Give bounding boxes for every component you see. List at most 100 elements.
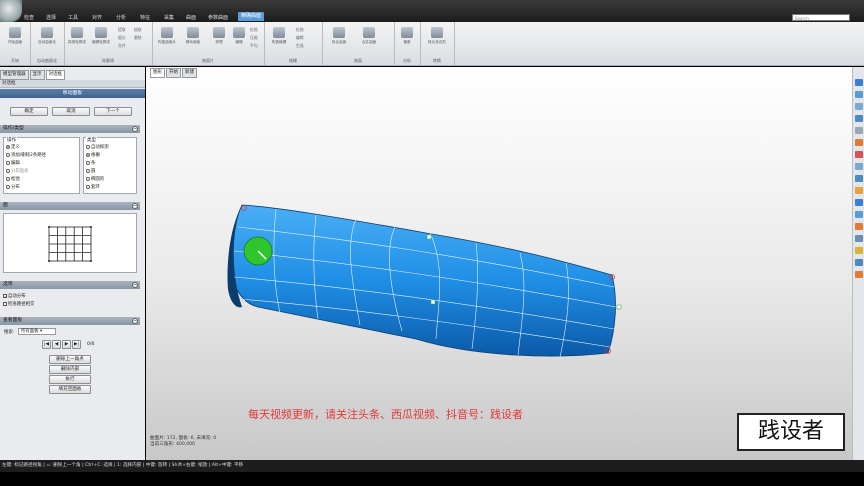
subdivide-button[interactable]: 细分 bbox=[118, 35, 126, 41]
collapse-icon[interactable]: − bbox=[132, 282, 138, 288]
tab-graphics[interactable]: 图形 bbox=[150, 68, 165, 78]
display-icon[interactable] bbox=[855, 211, 863, 218]
delete-button[interactable]: 删除 bbox=[134, 35, 142, 41]
shading-icon[interactable] bbox=[855, 151, 863, 158]
edit-patch-button[interactable]: 编辑 bbox=[230, 27, 248, 53]
display-icon[interactable] bbox=[855, 223, 863, 230]
prev-button[interactable]: ◀ bbox=[52, 340, 61, 349]
menu-surface[interactable]: 曲面 bbox=[186, 14, 196, 21]
section-face-header[interactable]: 面 − bbox=[0, 202, 140, 210]
merge-button[interactable]: 合并 bbox=[118, 43, 126, 49]
view-icon[interactable] bbox=[855, 127, 863, 134]
tab-new[interactable]: 新建 bbox=[182, 68, 197, 78]
execute-button[interactable]: 执行 bbox=[49, 375, 91, 384]
view-icon[interactable] bbox=[855, 91, 863, 98]
menu-tools[interactable]: 工具 bbox=[68, 14, 78, 21]
show-select[interactable]: 所有面板 ▾ bbox=[18, 328, 56, 335]
relax-button[interactable]: 松弛 bbox=[250, 27, 258, 33]
menu-select[interactable]: 选择 bbox=[46, 14, 56, 21]
start-surface-button[interactable]: 开始曲面 bbox=[6, 27, 24, 53]
menu-check[interactable]: 检查 bbox=[24, 14, 34, 21]
next-button[interactable]: 下一个 bbox=[94, 107, 132, 116]
display-icon[interactable] bbox=[855, 271, 863, 278]
menu-align[interactable]: 对齐 bbox=[92, 14, 102, 21]
fill-empty-panels-button[interactable]: 填充空面板 bbox=[49, 385, 91, 394]
type-circle-radio[interactable]: 圆 bbox=[86, 168, 95, 174]
build-grid-button[interactable]: 构造格栅 bbox=[270, 27, 288, 53]
display-icon[interactable] bbox=[855, 259, 863, 266]
menu-analysis[interactable]: 分析 bbox=[116, 14, 126, 21]
detect-contour-button[interactable]: 探测轮廓线 bbox=[68, 27, 86, 53]
repair-button[interactable]: 修理 bbox=[210, 27, 228, 53]
right-toolbar bbox=[852, 67, 864, 460]
tab-model-manager[interactable]: 模型管理器 bbox=[0, 70, 29, 80]
auto-distribute-checkbox[interactable]: ✓自动分布 bbox=[3, 293, 26, 299]
type-ellipse-radio[interactable]: 椭圆的 bbox=[86, 176, 104, 182]
compress-button[interactable]: 压缩 bbox=[250, 35, 258, 41]
delete-last-corner-button[interactable]: 删除上一角点 bbox=[49, 355, 91, 364]
tab-display[interactable]: 显示 bbox=[29, 70, 45, 80]
merge-surface-button[interactable]: 合并曲面 bbox=[360, 27, 378, 53]
collapse-icon[interactable]: − bbox=[132, 318, 138, 324]
detect-contour-icon bbox=[71, 27, 83, 38]
deviation-button[interactable]: 偏差 bbox=[398, 27, 416, 53]
cancel-button[interactable]: 取消 bbox=[52, 107, 90, 116]
check-path-intersect-checkbox[interactable]: 检查路径相交 bbox=[3, 301, 34, 307]
ok-button[interactable]: 确定 bbox=[10, 107, 48, 116]
display-icon[interactable] bbox=[855, 235, 863, 242]
grid-generate-button[interactable]: 生成 bbox=[296, 43, 304, 49]
tab-start[interactable]: 开始 bbox=[166, 68, 181, 78]
section-view-header[interactable]: 查看面板 − bbox=[0, 317, 140, 325]
pull-button[interactable]: 抽取 bbox=[134, 27, 142, 33]
menu-exact-surface[interactable]: 精确曲面 bbox=[238, 12, 265, 21]
type-auto-radio[interactable]: 自动探测 bbox=[86, 144, 109, 150]
menu-features[interactable]: 特征 bbox=[140, 14, 150, 21]
view-icon[interactable] bbox=[855, 103, 863, 110]
tab-dialog[interactable]: 对话框 bbox=[45, 70, 65, 80]
search-input[interactable]: Search bbox=[792, 14, 850, 21]
move-panel-button[interactable]: 移动面板 bbox=[184, 27, 202, 53]
shading-icon[interactable] bbox=[855, 139, 863, 146]
type-ring-radio[interactable]: 套环 bbox=[86, 184, 100, 190]
ribbon-group-patch: 构造曲面片 移动面板 修理 编辑 松弛 压缩 平均 曲面片 bbox=[152, 22, 265, 65]
op-add-remove-radio[interactable]: 添加/删除2条路径 bbox=[6, 152, 46, 158]
first-button[interactable]: |◀ bbox=[42, 340, 51, 349]
display-icon[interactable] bbox=[855, 199, 863, 206]
type-grid-radio[interactable]: 格栅 bbox=[86, 152, 100, 158]
fit-surface-button[interactable]: 拟合曲面 bbox=[330, 27, 348, 53]
move-panel-icon bbox=[187, 27, 199, 38]
to-polygon-button[interactable]: 转为多边形 bbox=[428, 27, 446, 53]
view-icon[interactable] bbox=[855, 79, 863, 86]
3d-viewport[interactable] bbox=[146, 67, 852, 460]
delete-inner-button[interactable]: 删除内部 bbox=[49, 365, 91, 374]
view-icon[interactable] bbox=[855, 115, 863, 122]
last-button[interactable]: ▶| bbox=[72, 340, 81, 349]
op-relax-radio[interactable]: 松弛 bbox=[6, 176, 20, 182]
display-icon[interactable] bbox=[855, 175, 863, 182]
op-define-radio[interactable]: 定义 bbox=[6, 144, 20, 150]
display-icon[interactable] bbox=[855, 187, 863, 194]
op-distribute-radio[interactable]: 分布 bbox=[6, 184, 20, 190]
model-render[interactable] bbox=[146, 67, 852, 460]
display-icon[interactable] bbox=[855, 163, 863, 170]
next-page-button[interactable]: ▶ bbox=[62, 340, 71, 349]
app-logo-icon[interactable] bbox=[0, 0, 22, 22]
auto-surface-button[interactable]: 自动曲面化 bbox=[38, 27, 56, 53]
edit-contour-button[interactable]: 编辑轮廓线 bbox=[92, 27, 110, 53]
type-strip-radio[interactable]: 条 bbox=[86, 160, 95, 166]
menu-param-surface[interactable]: 参数曲面 bbox=[208, 14, 228, 21]
build-patch-button[interactable]: 构造曲面片 bbox=[158, 27, 176, 53]
polygon-icon bbox=[431, 27, 443, 38]
ribbon-group-analysis: 偏差 分析 bbox=[394, 22, 421, 65]
extract-button[interactable]: 提取 bbox=[118, 27, 126, 33]
grid-edit-button[interactable]: 编辑 bbox=[296, 35, 304, 41]
collapse-icon[interactable]: − bbox=[132, 203, 138, 209]
section-ops-header[interactable]: 操作/类型 − bbox=[0, 125, 140, 133]
collapse-icon[interactable]: − bbox=[132, 126, 138, 132]
section-options-header[interactable]: 选项 − bbox=[0, 281, 140, 289]
display-icon[interactable] bbox=[855, 247, 863, 254]
grid-relax-button[interactable]: 松弛 bbox=[296, 27, 304, 33]
average-button[interactable]: 平均 bbox=[250, 43, 258, 49]
menu-capture[interactable]: 采集 bbox=[164, 14, 174, 21]
op-edit-radio[interactable]: 编辑 bbox=[6, 160, 20, 166]
